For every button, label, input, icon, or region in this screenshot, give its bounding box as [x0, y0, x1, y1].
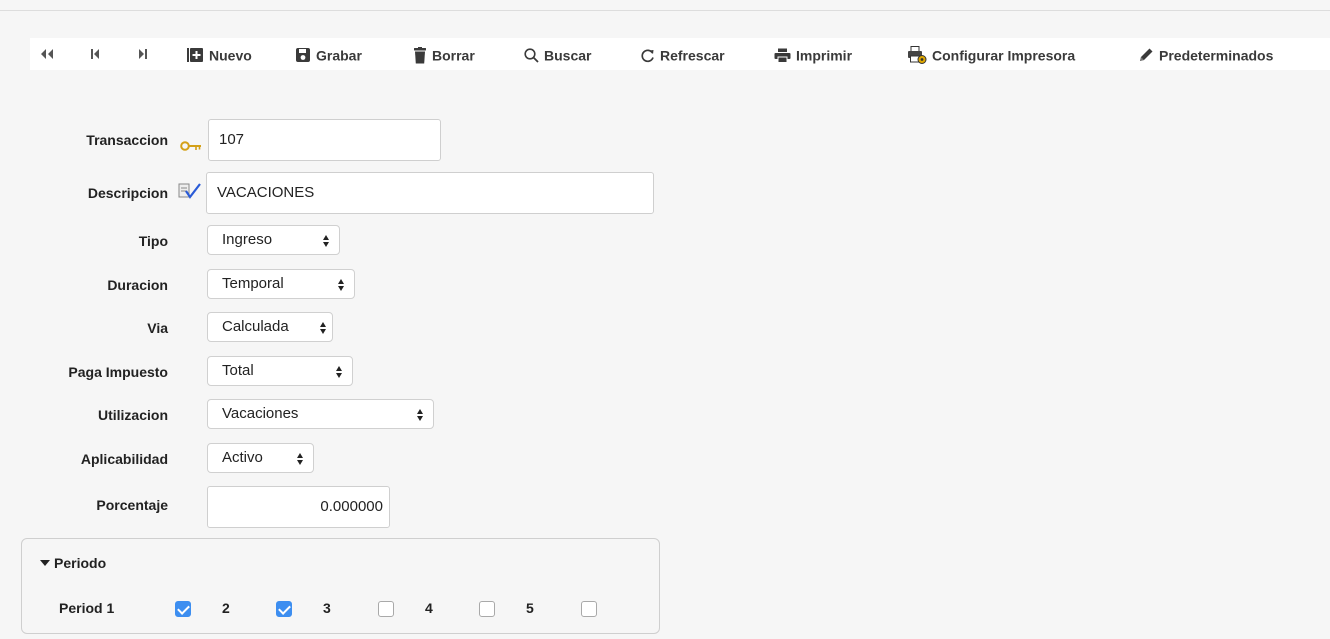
paga-impuesto-value: Total: [222, 362, 254, 379]
select-arrows-icon: [336, 366, 343, 378]
previous-record-button[interactable]: [90, 38, 100, 70]
period-checkbox-2[interactable]: [276, 601, 292, 617]
descripcion-field[interactable]: VACACIONES: [206, 172, 654, 214]
buscar-button[interactable]: Buscar: [524, 38, 591, 70]
refrescar-button[interactable]: Refrescar: [640, 38, 725, 70]
utilizacion-value: Vacaciones: [222, 405, 299, 422]
period-checkbox-3[interactable]: [378, 601, 394, 617]
periodo-legend-label: Periodo: [54, 555, 107, 571]
aplicabilidad-select[interactable]: Activo: [207, 443, 314, 473]
via-select[interactable]: Calculada: [207, 312, 333, 342]
key-icon: [180, 141, 201, 151]
paga-impuesto-select[interactable]: Total: [207, 356, 353, 386]
period-label-2: 2: [222, 600, 230, 616]
first-record-button[interactable]: [40, 38, 54, 70]
porcentaje-label: Porcentaje: [96, 497, 168, 513]
configurar-impresora-label: Configurar Impresora: [932, 47, 1076, 64]
collapse-triangle-icon: [40, 560, 50, 567]
tipo-select[interactable]: Ingreso: [207, 225, 340, 255]
via-value: Calculada: [222, 318, 289, 335]
select-arrows-icon: [417, 409, 424, 421]
toolbar: Nuevo Grabar Borrar Buscar Refrescar Imp…: [30, 38, 1330, 70]
borrar-label: Borrar: [432, 47, 475, 64]
via-label: Via: [147, 320, 168, 336]
save-icon: [296, 48, 310, 63]
transaccion-field[interactable]: 107: [208, 119, 441, 161]
grabar-button[interactable]: Grabar: [295, 38, 362, 70]
pencil-icon: [1140, 48, 1153, 62]
configurar-impresora-button[interactable]: Configurar Impresora: [907, 38, 1075, 70]
period-checkbox-4[interactable]: [479, 601, 495, 617]
porcentaje-field[interactable]: 0.000000: [207, 486, 390, 528]
select-arrows-icon: [323, 235, 330, 247]
step-backward-icon: [91, 49, 99, 60]
print-icon: [774, 48, 791, 63]
periodo-fieldset: [21, 538, 660, 634]
period-label-1: Period 1: [59, 600, 115, 616]
search-icon: [524, 48, 539, 63]
imprimir-button[interactable]: Imprimir: [774, 38, 852, 70]
buscar-label: Buscar: [544, 47, 592, 64]
predeterminados-button[interactable]: Predeterminados: [1138, 38, 1273, 70]
next-record-button[interactable]: [138, 38, 148, 70]
tipo-label: Tipo: [138, 233, 168, 249]
double-left-arrow-icon: [41, 49, 53, 60]
period-label-4: 4: [425, 600, 433, 616]
spellcheck-icon: [178, 183, 201, 199]
period-checkbox-1[interactable]: [175, 601, 191, 617]
printer-settings-icon: [908, 46, 927, 65]
duracion-value: Temporal: [222, 275, 284, 292]
period-label-5: 5: [526, 600, 534, 616]
tipo-value: Ingreso: [222, 231, 273, 248]
descripcion-label: Descripcion: [87, 185, 168, 201]
nuevo-label: Nuevo: [209, 47, 252, 64]
period-label-3: 3: [323, 600, 331, 616]
nuevo-button[interactable]: Nuevo: [186, 38, 252, 70]
select-arrows-icon: [320, 322, 327, 334]
imprimir-label: Imprimir: [796, 47, 853, 64]
duracion-label: Duracion: [107, 277, 168, 293]
transaccion-label: Transaccion: [86, 132, 168, 148]
trash-icon: [414, 46, 426, 64]
borrar-button[interactable]: Borrar: [413, 38, 475, 70]
select-arrows-icon: [297, 453, 304, 465]
step-forward-icon: [139, 49, 147, 60]
aplicabilidad-value: Activo: [222, 449, 263, 466]
top-divider: [0, 10, 1330, 11]
grabar-label: Grabar: [316, 47, 362, 64]
refresh-icon: [641, 49, 654, 62]
utilizacion-select[interactable]: Vacaciones: [207, 399, 434, 429]
aplicabilidad-label: Aplicabilidad: [80, 451, 168, 467]
period-checkbox-5[interactable]: [581, 601, 597, 617]
predeterminados-label: Predeterminados: [1159, 47, 1274, 64]
duracion-select[interactable]: Temporal: [207, 269, 355, 299]
utilizacion-label: Utilizacion: [97, 407, 168, 423]
periodo-legend[interactable]: Periodo: [40, 555, 106, 571]
add-file-icon: [187, 48, 203, 63]
paga-impuesto-label: Paga Impuesto: [68, 364, 168, 380]
refrescar-label: Refrescar: [660, 47, 725, 64]
select-arrows-icon: [338, 279, 345, 291]
